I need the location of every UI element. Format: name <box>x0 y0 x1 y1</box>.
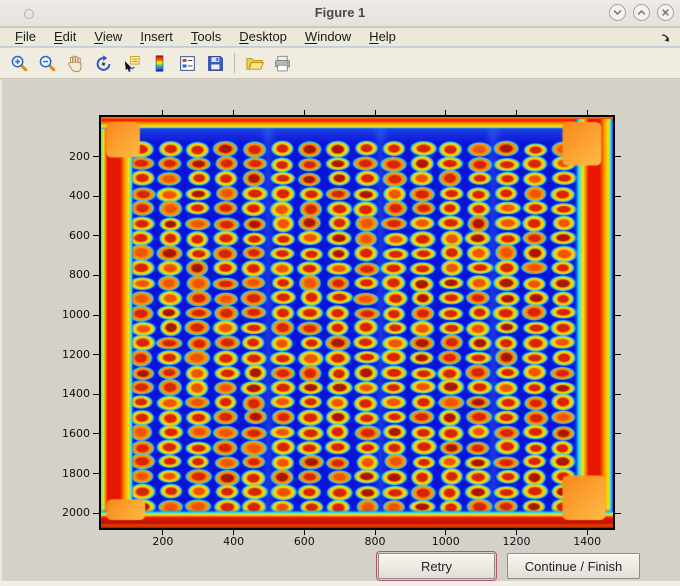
x-tick-label: 800 <box>364 535 386 548</box>
maximize-button[interactable] <box>633 4 650 21</box>
x-axis-tick-top <box>586 110 588 115</box>
y-axis-tick-right <box>615 354 621 356</box>
y-axis-tick-right <box>615 393 621 395</box>
window-edge <box>0 581 680 586</box>
colorbar-icon <box>155 54 163 72</box>
chevron-down-icon <box>613 10 622 15</box>
y-axis-tick-right <box>615 473 621 475</box>
tool-bar <box>0 48 680 79</box>
menu-insert[interactable]: Insert <box>131 28 182 46</box>
menu-desktop[interactable]: Desktop <box>230 28 296 46</box>
y-tick-label: 1800 <box>62 466 90 480</box>
close-icon <box>662 9 669 16</box>
y-axis-tick-right <box>615 512 621 514</box>
save-icon <box>207 55 223 71</box>
y-axis-tick <box>93 235 99 237</box>
y-tick-label: 2000 <box>62 506 90 520</box>
pan-icon <box>67 55 81 72</box>
x-tick-label: 400 <box>223 535 245 548</box>
microarray-image[interactable] <box>101 117 613 528</box>
window-title: Figure 1 <box>314 5 366 20</box>
x-tick-label: 1400 <box>573 535 602 548</box>
menu-file[interactable]: File <box>6 28 45 46</box>
zoom-in-icon <box>11 55 27 71</box>
y-axis-tick <box>93 393 99 395</box>
y-tick-label: 400 <box>69 189 90 203</box>
continue-finish-button[interactable]: Continue / Finish <box>507 553 640 579</box>
y-axis-tick <box>93 512 99 514</box>
pan-button[interactable] <box>62 50 88 76</box>
data-cursor-icon <box>124 55 140 72</box>
x-tick-label: 1000 <box>431 535 460 548</box>
data-cursor-button[interactable] <box>118 50 144 76</box>
window-edge <box>0 80 2 586</box>
x-axis-tick-top <box>303 110 305 115</box>
menu-bar: File Edit View Insert Tools Desktop Window Help <box>0 27 680 47</box>
y-tick-label: 1200 <box>62 347 90 361</box>
zoom-in-button[interactable] <box>6 50 32 76</box>
print-button[interactable] <box>269 50 295 76</box>
dock-arrow-icon[interactable] <box>660 31 672 49</box>
minimize-button[interactable] <box>609 4 626 21</box>
y-tick-label: 1400 <box>62 387 90 401</box>
y-axis-tick <box>93 274 99 276</box>
y-tick-label: 800 <box>69 268 90 282</box>
open-folder-button[interactable] <box>241 50 267 76</box>
continue-finish-button-label: Continue / Finish <box>524 558 623 574</box>
y-axis-tick <box>93 195 99 197</box>
menu-help[interactable]: Help <box>360 28 405 46</box>
y-axis-tick <box>93 156 99 158</box>
y-tick-label: 1600 <box>62 426 90 440</box>
plot-axes <box>99 115 615 530</box>
y-axis-tick-right <box>615 235 621 237</box>
rotate-3d-icon <box>96 54 110 71</box>
close-button[interactable] <box>657 4 674 21</box>
y-axis-tick-right <box>615 314 621 316</box>
retry-button-label: Retry <box>420 558 453 574</box>
zoom-out-button[interactable] <box>34 50 60 76</box>
menu-edit[interactable]: Edit <box>45 28 85 46</box>
save-button[interactable] <box>202 50 228 76</box>
y-axis-tick-right <box>615 274 621 276</box>
legend-icon <box>179 55 195 71</box>
figure-window: { "window": { "title": "Figure 1", "cont… <box>0 0 680 586</box>
y-axis-tick <box>93 473 99 475</box>
y-tick-label: 600 <box>69 228 90 242</box>
x-axis-tick-top <box>162 110 164 115</box>
menu-tools[interactable]: Tools <box>182 28 230 46</box>
legend-button[interactable] <box>174 50 200 76</box>
y-axis-tick-right <box>615 433 621 435</box>
y-axis-tick-right <box>615 195 621 197</box>
menu-window[interactable]: Window <box>296 28 360 46</box>
y-tick-label: 1000 <box>62 308 90 322</box>
x-tick-label: 200 <box>152 535 174 548</box>
open-folder-icon <box>245 57 264 70</box>
x-tick-label: 1200 <box>502 535 531 548</box>
y-axis-tick <box>93 314 99 316</box>
title-bar: Figure 1 <box>0 0 680 27</box>
y-axis-tick-right <box>615 156 621 158</box>
y-axis-tick <box>93 433 99 435</box>
menu-view[interactable]: View <box>85 28 131 46</box>
zoom-out-icon <box>39 55 55 71</box>
y-axis-tick <box>93 354 99 356</box>
colorbar-button[interactable] <box>146 50 172 76</box>
x-axis-tick-top <box>233 110 235 115</box>
retry-button[interactable]: Retry <box>376 551 497 581</box>
x-axis-tick-top <box>374 110 376 115</box>
window-controls <box>609 4 674 21</box>
x-tick-label: 600 <box>293 535 315 548</box>
x-axis-tick-top <box>515 110 517 115</box>
print-icon <box>274 55 290 71</box>
chevron-up-icon <box>637 10 646 15</box>
toolbar-separator <box>234 53 235 73</box>
rotate-3d-button[interactable] <box>90 50 116 76</box>
y-tick-label: 200 <box>69 149 90 163</box>
x-axis-tick-top <box>445 110 447 115</box>
